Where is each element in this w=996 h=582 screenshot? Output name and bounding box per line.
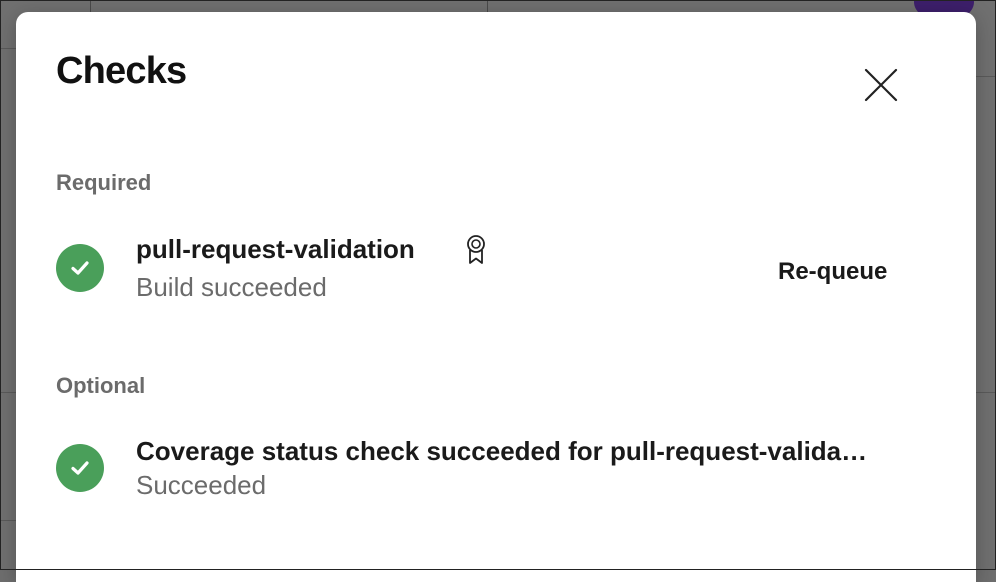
check-status: Build succeeded: [136, 272, 327, 302]
dialog-title: Checks: [56, 50, 187, 92]
check-name[interactable]: pull-request-validation: [136, 234, 415, 265]
section-label-optional: Optional: [56, 373, 146, 398]
background-divider: [0, 48, 16, 49]
check-row: pull-request-validation Build succeeded …: [56, 232, 936, 302]
background-divider: [976, 392, 996, 393]
background-divider: [0, 392, 16, 393]
background-divider: [976, 76, 996, 77]
checks-dialog: Checks Required pull-request-validation …: [16, 12, 976, 582]
section-label-required: Required: [56, 170, 152, 195]
close-button[interactable]: [856, 60, 906, 110]
background-divider: [0, 520, 16, 521]
ribbon-badge-icon: [467, 235, 485, 264]
check-circle-icon: [56, 444, 104, 492]
check-status: Succeeded: [136, 470, 267, 500]
requeue-button[interactable]: Re-queue: [772, 254, 893, 290]
check-name[interactable]: Coverage status check succeeded for pull…: [136, 436, 867, 467]
check-row: Coverage status check succeeded for pull…: [56, 432, 936, 502]
check-circle-icon: [56, 244, 104, 292]
close-icon: [864, 68, 898, 102]
